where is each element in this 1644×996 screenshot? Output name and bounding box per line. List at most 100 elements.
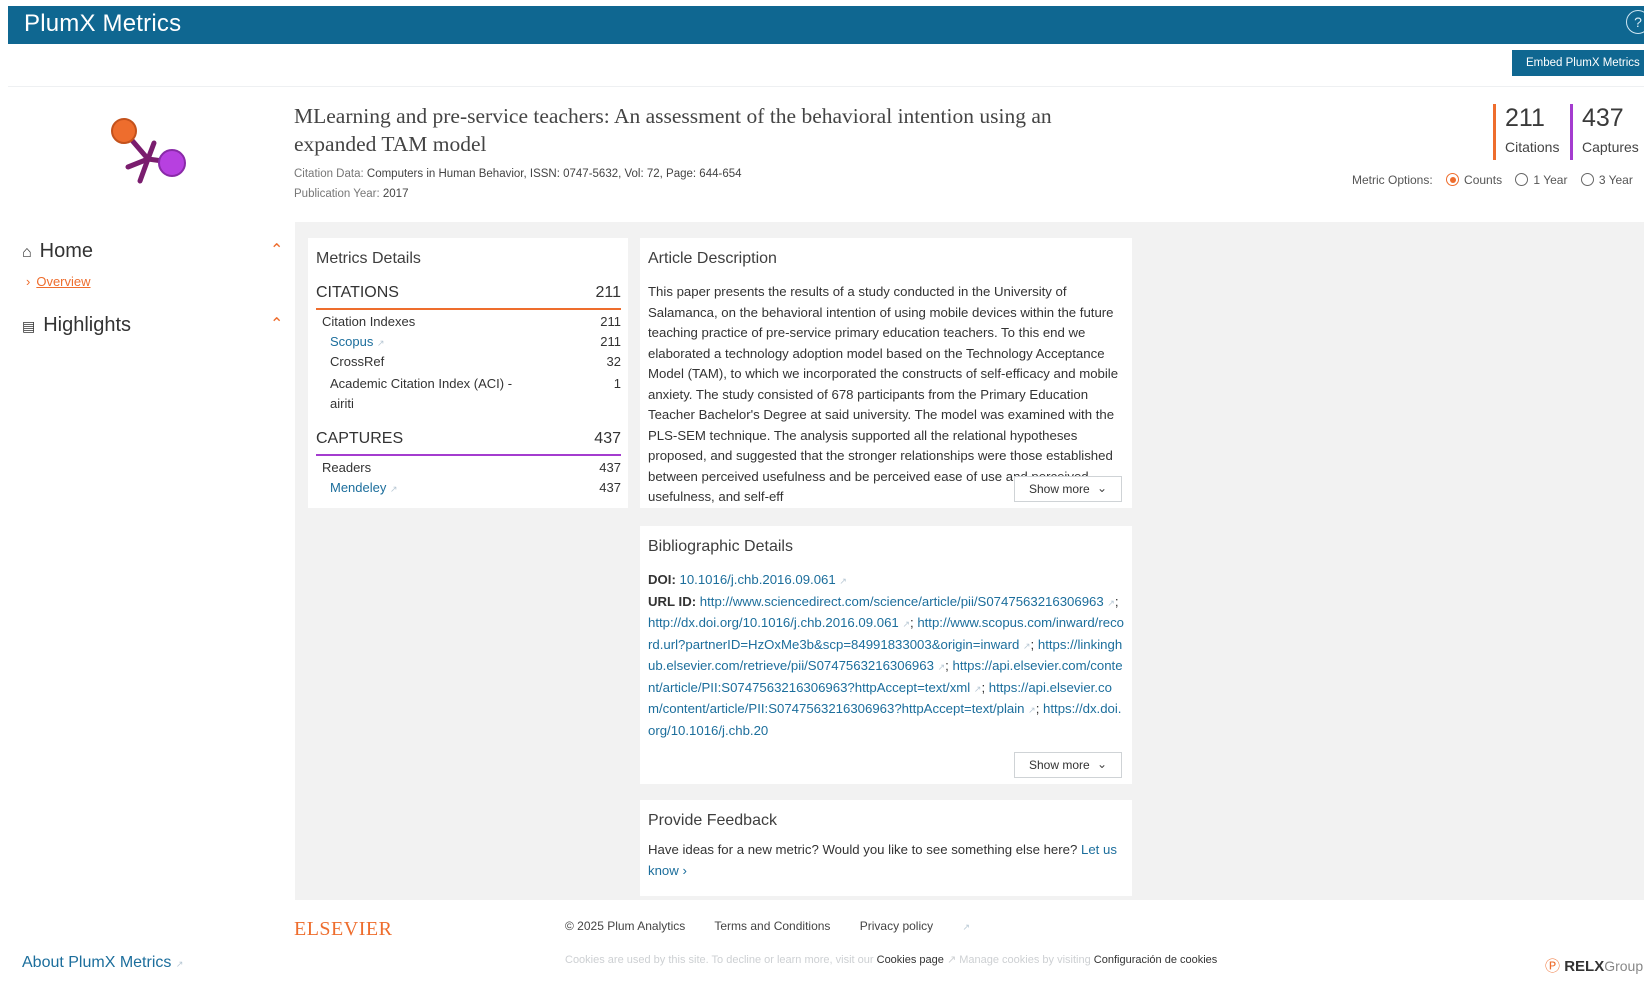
citations-section-header: CITATIONS 211 [316,284,621,310]
row-count: 211 [600,314,621,329]
source-link[interactable]: Scopus [330,334,373,349]
doi-link[interactable]: 10.1016/j.chb.2016.09.061 [680,572,836,587]
embed-button[interactable]: Embed PlumX Metrics [1512,50,1644,76]
nav-highlights-label: Highlights [43,314,132,336]
captures-total: 437 [594,430,621,447]
source-row-scopus[interactable]: Scopus ↗ 211 [330,334,621,349]
external-link-icon: ↗ [946,954,957,966]
cookie-text: Cookies are used by this site. To declin… [565,954,874,966]
copyright: © 2025 Plum Analytics [565,919,686,933]
feedback-card: Provide Feedback Have ideas for a new me… [640,800,1132,896]
terms-link[interactable]: Terms and Conditions [714,919,830,933]
readers-row: Readers 437 [322,460,621,475]
article-title: MLearning and pre-service teachers: An a… [294,104,1052,156]
row-count: 437 [599,460,621,475]
citation-value: Computers in Human Behavior, ISSN: 0747-… [366,168,742,180]
relx-label: RELX [1564,958,1605,975]
bibliographic-title: Bibliographic Details [648,538,793,555]
nav-home[interactable]: ⌂ Home [22,240,93,263]
chevron-down-icon: ⌄ [1096,757,1107,771]
url-link[interactable]: http://www.sciencedirect.com/science/art… [700,594,1104,609]
source-row-aci: Academic Citation Index (ACI) - airiti 1 [330,374,621,414]
url-label: URL ID: [648,593,697,609]
url-link[interactable]: http://dx.doi.org/10.1016/j.chb.2016.09.… [648,615,899,630]
feedback-title: Provide Feedback [648,812,777,829]
source-label-cont: airiti [330,396,354,411]
help-icon[interactable]: ? [1626,10,1644,34]
chevron-right-icon[interactable]: › [682,863,686,878]
relx-group-label: Group [1604,958,1644,974]
bibliographic-body: DOI: 10.1016/j.chb.2016.09.061 ↗ URL ID:… [648,572,1124,738]
bibliographic-details-card: Bibliographic Details DOI: 10.1016/j.chb… [640,526,1132,784]
divider [8,86,1644,87]
cookie-notice: Cookies are used by this site. To declin… [565,953,1217,966]
option-counts[interactable]: Counts [1446,173,1502,187]
row-label: Readers [322,460,372,475]
external-link-icon: ↗ [1022,640,1031,651]
about-label: About PlumX Metrics [22,954,172,971]
chevron-down-icon: ⌄ [1096,481,1107,495]
footer-links: © 2025 Plum Analytics Terms and Conditio… [565,919,1022,933]
privacy-label: Privacy policy [859,919,934,933]
relx-logo[interactable]: Ⓟ RELXGroup [1545,955,1643,976]
citations-count: 211 [1505,104,1545,132]
nav-highlights[interactable]: ▤ Highlights [22,314,131,337]
about-link[interactable]: About PlumX Metrics ↗ [22,954,183,972]
citations-total: 211 [595,284,621,301]
external-link-icon: ↗ [1107,597,1115,608]
metrics-details-title: Metrics Details [316,250,421,267]
option-1-year[interactable]: 1 Year [1515,173,1567,187]
publication-year: Publication Year: 2017 [294,188,408,200]
cookie-manage-text: Manage cookies by visiting [959,954,1091,966]
source-label: Academic Citation Index (ACI) - [330,376,513,391]
top-bar: PlumX Metrics ? [8,6,1644,44]
row-count: 211 [600,334,621,349]
captures-section-header: CAPTURES 437 [316,430,621,456]
option-3-year[interactable]: 3 Year [1580,173,1633,187]
source-row-crossref: CrossRef 32 [330,354,621,369]
source-row-mendeley[interactable]: Mendeley ↗ 437 [330,480,621,495]
nav-overview[interactable]: › Overview [26,274,91,289]
captures-label: Captures [1582,139,1639,155]
external-link-icon: ↗ [962,922,971,932]
article-description-text: This paper presents the results of a stu… [648,284,1119,504]
plumx-logo-icon [111,118,186,184]
article-description-card: Article Description This paper presents … [640,238,1132,508]
citations-label: Citations [1505,139,1560,155]
radio-icon[interactable] [1515,173,1529,186]
metric-options-label: Metric Options: [1352,173,1433,187]
chevron-up-icon[interactable]: ⌃ [270,240,283,260]
metric-options: Metric Options: Counts 1 Year 3 Year [1352,173,1633,187]
row-label: Citation Indexes [322,314,416,329]
external-link-icon: ↗ [902,619,910,629]
elsevier-logo[interactable]: ELSEVIER [294,918,392,941]
article-description-title: Article Description [648,250,777,267]
citation-data: Citation Data: Computers in Human Behavi… [294,168,742,180]
row-count: 1 [613,376,621,391]
option-label: Counts [1464,173,1503,187]
captures-summary: 437 Captures [1570,104,1644,160]
cookies-page-link[interactable]: Cookies page [877,954,944,966]
captures-heading: CAPTURES [316,430,404,447]
citations-summary: 211 Citations [1493,104,1568,160]
privacy-link[interactable]: Privacy policy ↗ [860,919,996,933]
radio-icon[interactable] [1580,173,1594,186]
show-more-button[interactable]: Show more ⌄ [1014,752,1122,778]
feedback-question: Have ideas for a new metric? Would you l… [648,842,1078,857]
option-label: 1 Year [1533,173,1568,187]
option-label: 3 Year [1598,173,1633,187]
source-link[interactable]: Mendeley [330,480,386,495]
external-link-icon: ↗ [839,576,847,586]
radio-selected-icon[interactable] [1446,173,1460,186]
cookie-config-link[interactable]: Configuración de cookies [1094,954,1218,966]
show-more-label: Show more [1029,758,1090,772]
citations-heading: CITATIONS [316,284,399,301]
relx-mark-icon: Ⓟ [1545,958,1561,975]
doi-label: DOI: [648,572,676,587]
citation-label: Citation Data: [294,168,364,180]
external-link-icon: ↗ [377,338,385,348]
external-link-icon: ↗ [175,959,184,969]
chevron-up-icon[interactable]: ⌃ [270,314,283,334]
nav-overview-label: Overview [36,274,91,289]
show-more-button[interactable]: Show more ⌄ [1014,476,1122,502]
